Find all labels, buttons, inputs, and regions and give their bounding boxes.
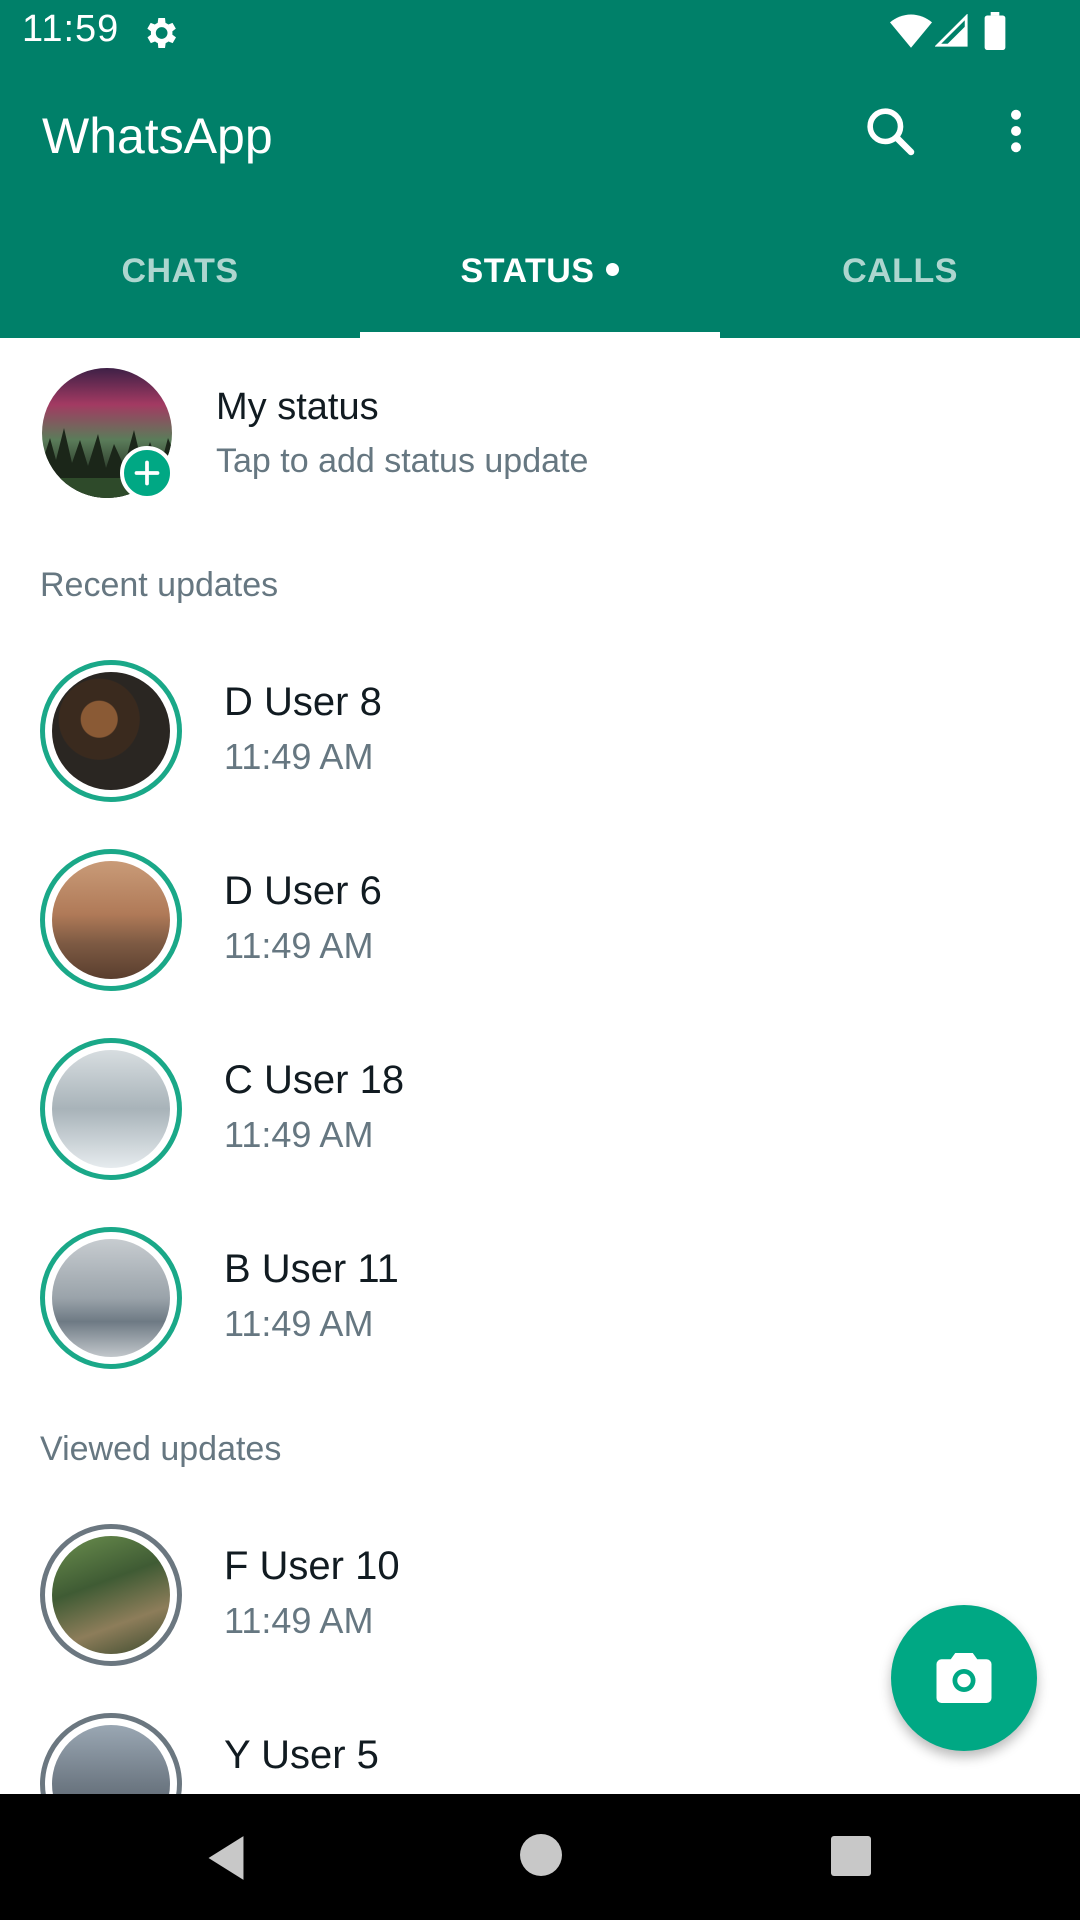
status-thumbnail <box>52 672 170 790</box>
status-time: 11:59 <box>22 8 120 50</box>
status-time: 11:49 AM <box>224 925 374 966</box>
gear-icon <box>147 18 176 48</box>
status-row[interactable]: C User 18 11:49 AM <box>0 1018 1080 1208</box>
my-status-subtitle: Tap to add status update <box>216 442 589 480</box>
camera-icon <box>936 1653 992 1703</box>
contact-name: F User 10 <box>224 1544 400 1588</box>
new-status-dot <box>606 262 620 276</box>
status-ring <box>40 1524 182 1666</box>
home-icon[interactable] <box>520 1834 562 1876</box>
contact-name: B User 11 <box>224 1247 399 1291</box>
camera-fab-button[interactable] <box>891 1605 1037 1751</box>
signal-icon <box>935 14 968 47</box>
search-icon[interactable] <box>862 103 918 159</box>
status-thumbnail <box>52 861 170 979</box>
recent-updates-header: Recent updates <box>40 566 279 604</box>
tab-bar: CHATS STATUS CALLS <box>0 208 1080 338</box>
plus-icon <box>134 460 160 486</box>
status-time: 11:49 AM <box>224 1303 374 1344</box>
status-thumbnail <box>52 1536 170 1654</box>
contact-name: D User 6 <box>224 869 382 913</box>
app-title: WhatsApp <box>42 108 273 164</box>
add-status-button[interactable] <box>120 446 174 500</box>
status-thumbnail <box>52 1239 170 1357</box>
status-ring <box>40 1227 182 1369</box>
tab-calls[interactable]: CALLS <box>720 208 1080 338</box>
my-status-row[interactable]: My status Tap to add status update <box>0 338 1080 538</box>
status-thumbnail <box>52 1050 170 1168</box>
status-time: 11:49 AM <box>224 1600 374 1641</box>
more-vert-icon[interactable] <box>990 103 1042 159</box>
status-row[interactable]: B User 11 11:49 AM <box>0 1207 1080 1397</box>
tab-calls-label: CALLS <box>842 252 958 290</box>
contact-name: C User 18 <box>224 1058 405 1102</box>
status-row[interactable]: D User 8 11:49 AM <box>0 640 1080 830</box>
status-ring <box>40 1038 182 1180</box>
wifi-icon <box>890 14 932 48</box>
status-row[interactable]: D User 6 11:49 AM <box>0 829 1080 1019</box>
battery-icon <box>984 12 1006 50</box>
tab-status-label: STATUS <box>460 252 595 290</box>
system-nav-bar <box>0 1794 1080 1920</box>
recents-icon[interactable] <box>831 1836 871 1876</box>
tab-status[interactable]: STATUS <box>360 208 720 338</box>
tab-chats[interactable]: CHATS <box>0 208 360 338</box>
tab-chats-label: CHATS <box>121 252 239 290</box>
status-time: 11:49 AM <box>224 1114 374 1155</box>
my-status-title: My status <box>216 386 379 428</box>
status-ring <box>40 849 182 991</box>
contact-name: D User 8 <box>224 680 382 724</box>
contact-name: Y User 5 <box>224 1733 379 1777</box>
viewed-updates-header: Viewed updates <box>40 1430 282 1468</box>
status-bar: 11:59 <box>0 0 1080 63</box>
back-icon[interactable] <box>204 1834 248 1882</box>
status-time: 11:49 AM <box>224 736 374 777</box>
status-ring <box>40 660 182 802</box>
